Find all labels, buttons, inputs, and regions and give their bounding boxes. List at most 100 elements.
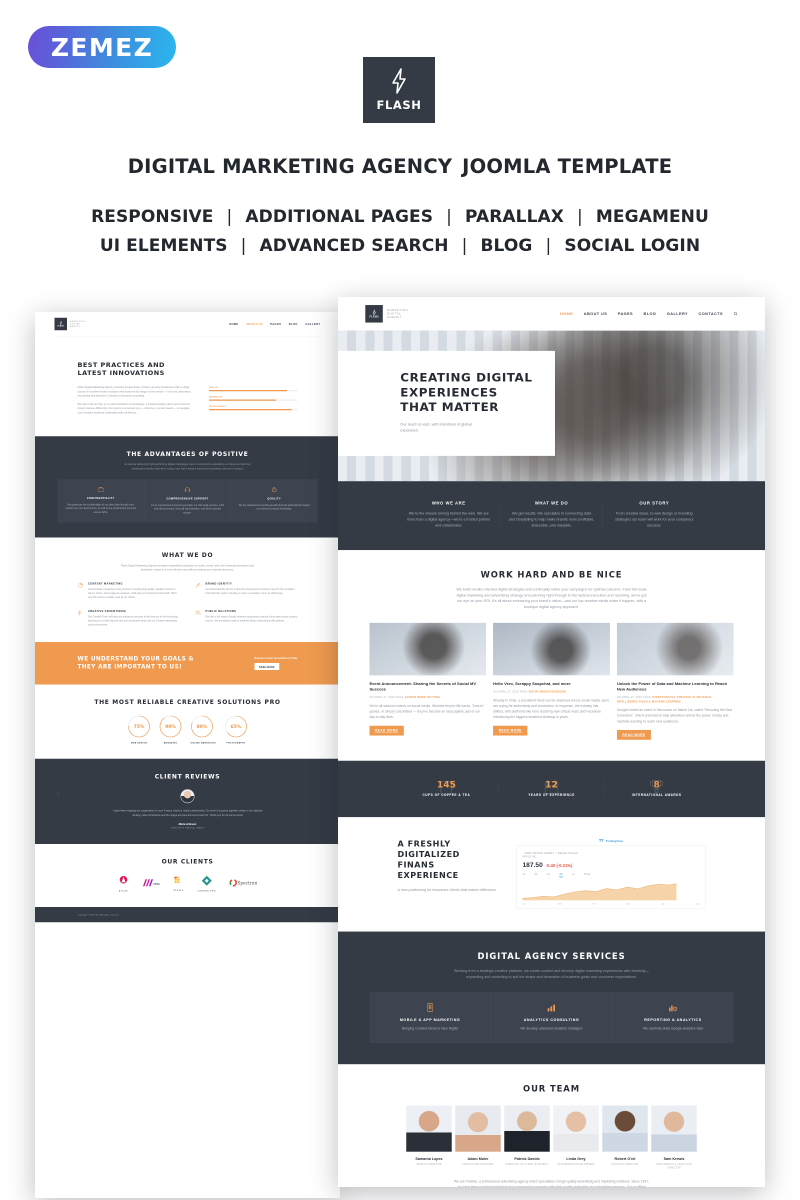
client-name: ETEPIO [173,889,184,892]
advantage-title: QUALITY [267,497,281,501]
skill-ring: 65% [224,715,247,738]
front-brand[interactable]: FLASH MARKETING DIGITAL AGENCY [365,305,408,323]
post-read-more-button[interactable]: READ MORE [369,725,404,736]
post-read-more-button[interactable]: READ MORE [616,729,652,740]
feature-list: RESPONSIVE | ADDITIONAL PAGES | PARALLAX… [0,203,800,261]
back-hero-heading-line2: LATEST INNOVATIONS [77,369,165,377]
post-read-more-button[interactable]: READ MORE [493,725,528,736]
feature-separator: | [446,207,452,227]
preview-screenshot-home-page[interactable]: FLASH MARKETING DIGITAL AGENCY HOME ABOUT … [338,297,765,1187]
team-member-name: Robert O'nil [614,1156,636,1161]
axis-label-mar: Mar [626,903,631,906]
team-photo [504,1105,550,1152]
back-nav-menu: HOME ABOUT US PAGES BLOG GALLERY [229,323,320,326]
stock-tab-5year[interactable]: 5Year [584,872,591,877]
front-nav-item-gallery[interactable]: GALLERY [667,312,688,316]
search-icon[interactable] [733,311,738,316]
post-thumbnail [493,622,610,676]
back-nav-item-blog[interactable]: BLOG [289,323,298,326]
avatar [180,789,195,804]
stock-tab-1y[interactable]: 1y [572,872,575,877]
skill-ring-label: PHOTOGRAPHY [226,741,246,744]
team-member[interactable]: Robert O'nil ACCOUNT DIRECTOR [602,1105,648,1170]
feature-advanced-search: ADVANCED SEARCH [259,236,449,256]
team-member[interactable]: Sam Krewis PAID SEARCH & ANALYTICS DIREC… [651,1105,697,1170]
hero-heading-line1: CREATING DIGITAL [400,370,533,385]
front-nav-item-about-us[interactable]: ABOUT US [584,312,607,316]
blog-post-card[interactable]: Hello Vero, Scrappy Snapchat, and more O… [493,622,610,740]
rocket-icon [195,582,202,600]
post-tags[interactable]: EVENTS NEWS YOUTUBE [405,696,440,699]
back-client-logos: ATLAS MESSAGE ETEPIO CORONA.PRO [58,875,318,892]
service-item[interactable]: PUBLIC RELATIONS We offer a full range o… [195,610,298,628]
team-member[interactable]: Patrick Davids DIRECTOR OF CLIENT STRATE… [504,1105,550,1170]
service-item[interactable]: BRAND IDENTITY Our Brand Identity Servic… [195,582,298,600]
spectrum-logo-icon: Spectrum [229,878,259,887]
back-brand[interactable]: FLASH MARKETING DIGITAL AGENCY [54,317,86,331]
page-title-part1: DIGITAL MARKETING AGENCY [127,155,453,178]
blog-post-card[interactable]: Event Announcement: Sharing the Secrets … [369,622,487,740]
back-skills-section: THE MOST RELIABLE CREATIVE SOLUTIONS PRO… [35,685,340,759]
back-nav-item-pages[interactable]: PAGES [270,323,281,326]
team-member[interactable]: Linda Grey VP BUSINESS DEVELOPMENT [553,1105,599,1170]
preview-screenshot-inner-page[interactable]: FLASH MARKETING DIGITAL AGENCY HOME ABOUT … [35,312,340,1198]
skill-ring: 80% [191,715,214,738]
client-logo-atlas[interactable]: ATLAS [118,875,129,892]
team-member[interactable]: Adam Muler OPERATIONS MANAGER [455,1105,501,1170]
back-nav-item-gallery[interactable]: GALLERY [305,323,320,326]
review-prev-arrow[interactable]: ‹ [58,792,59,797]
triplet-text: We get results. We specialize in connect… [508,511,595,528]
hero-heading: CREATING DIGITAL EXPERIENCES THAT MATTER [400,371,555,415]
stock-widget[interactable]: TradingView AAPL STOCK CHART • Market Clo… [516,839,706,909]
back-cta-read-more-button[interactable]: READ MORE [254,663,280,670]
review-author-role: DIRECTOR OF FINANCIAL, TARGET [170,827,205,829]
advantage-card[interactable]: QUALITY We are dedicated to providing qu… [230,479,318,523]
feature-responsive: RESPONSIVE [91,207,214,227]
post-meta: ON APRIL 27, 2018 TAGS: SOCIAL MEDIA FAC… [493,690,610,694]
service-card-mobile-app-marketing[interactable]: MOBILE & APP MARKETING Bringing Creative… [369,991,491,1044]
service-card-analytics-consulting[interactable]: ANALYTICS CONSULTING We develop advanced… [490,991,613,1044]
back-hero-heading: BEST PRACTICES AND LATEST INNOVATIONS [78,361,298,378]
feature-separator: | [240,236,247,256]
back-site: FLASH MARKETING DIGITAL AGENCY HOME ABOUT … [35,312,340,923]
service-title: CONTENT MARKETING [88,582,123,585]
triplet-what-we-do: WHAT WE DO We get results. We specialize… [499,500,603,529]
blog-post-card[interactable]: Unlock the Power of Data and Machine Lea… [616,622,734,740]
service-card-reporting-analytics[interactable]: REPORTING & ANALYTICS We carefully study… [612,991,734,1044]
stock-tab-3m[interactable]: 3m [559,872,563,878]
back-nav-item-about-us[interactable]: ABOUT US [246,323,263,326]
team-member[interactable]: Samanta Lopes SEARCH DIRECTOR [406,1105,452,1170]
service-item[interactable]: CREATIVE ADVERTISING Our Creative Team w… [77,610,181,628]
post-tags[interactable]: SOCIAL MEDIA FACEBOOK [529,690,567,693]
hero-text-panel: CREATING DIGITAL EXPERIENCES THAT MATTER… [338,350,555,456]
zemez-brand-logo[interactable]: ZEMEZ [28,26,176,68]
team-member-name: Adam Muler [467,1156,489,1161]
stock-tab-1d[interactable]: 1d [522,872,525,877]
advantage-card[interactable]: CONFIDENTIALITY We guarantee the confide… [57,479,144,523]
client-logo-message[interactable]: MESSAGE [142,879,165,889]
client-logo-etepio[interactable]: ETEPIO [173,876,184,892]
post-date: ON APRIL 27, 2018 [493,690,519,694]
people-icon [195,610,202,628]
back-brand-mark-label: FLASH [57,325,64,327]
client-logo-corona-pro[interactable]: CORONA.PRO [197,875,216,892]
feature-parallax: PARALLAX [464,207,565,227]
stock-tab-5d[interactable]: 5d [534,872,537,877]
post-excerpt: We're all watched videos on social media… [369,704,485,720]
service-item[interactable]: CONTENT MARKETING Social Content marketi… [77,582,181,600]
team-member-role: DIRECTOR OF CLIENT STRATEGY [505,1163,549,1166]
stock-tab-1m[interactable]: 1m [546,872,550,877]
counter-international-awards: 8 INTERNATIONAL AWARDS [603,779,709,797]
advantage-title: COMPREHENSIVE SUPPORT [166,497,209,501]
front-nav-item-home[interactable]: HOME [560,312,573,316]
client-logo-spectrum[interactable]: Spectrum [229,878,259,889]
advantage-card[interactable]: COMPREHENSIVE SUPPORT As an experienced … [144,479,231,523]
back-nav-item-home[interactable]: HOME [229,323,238,326]
front-nav-item-contacts[interactable]: CONTACTS [699,312,723,316]
corona-pro-logo-icon [201,875,212,886]
hero-subtext: Our reach is vast, with intentions of gl… [400,422,472,433]
front-nav-item-blog[interactable]: BLOG [644,312,657,316]
advantage-title: CONFIDENTIALITY [86,497,115,500]
triplet-title: OUR STORY [639,500,670,506]
front-nav-item-pages[interactable]: PAGES [618,312,633,316]
